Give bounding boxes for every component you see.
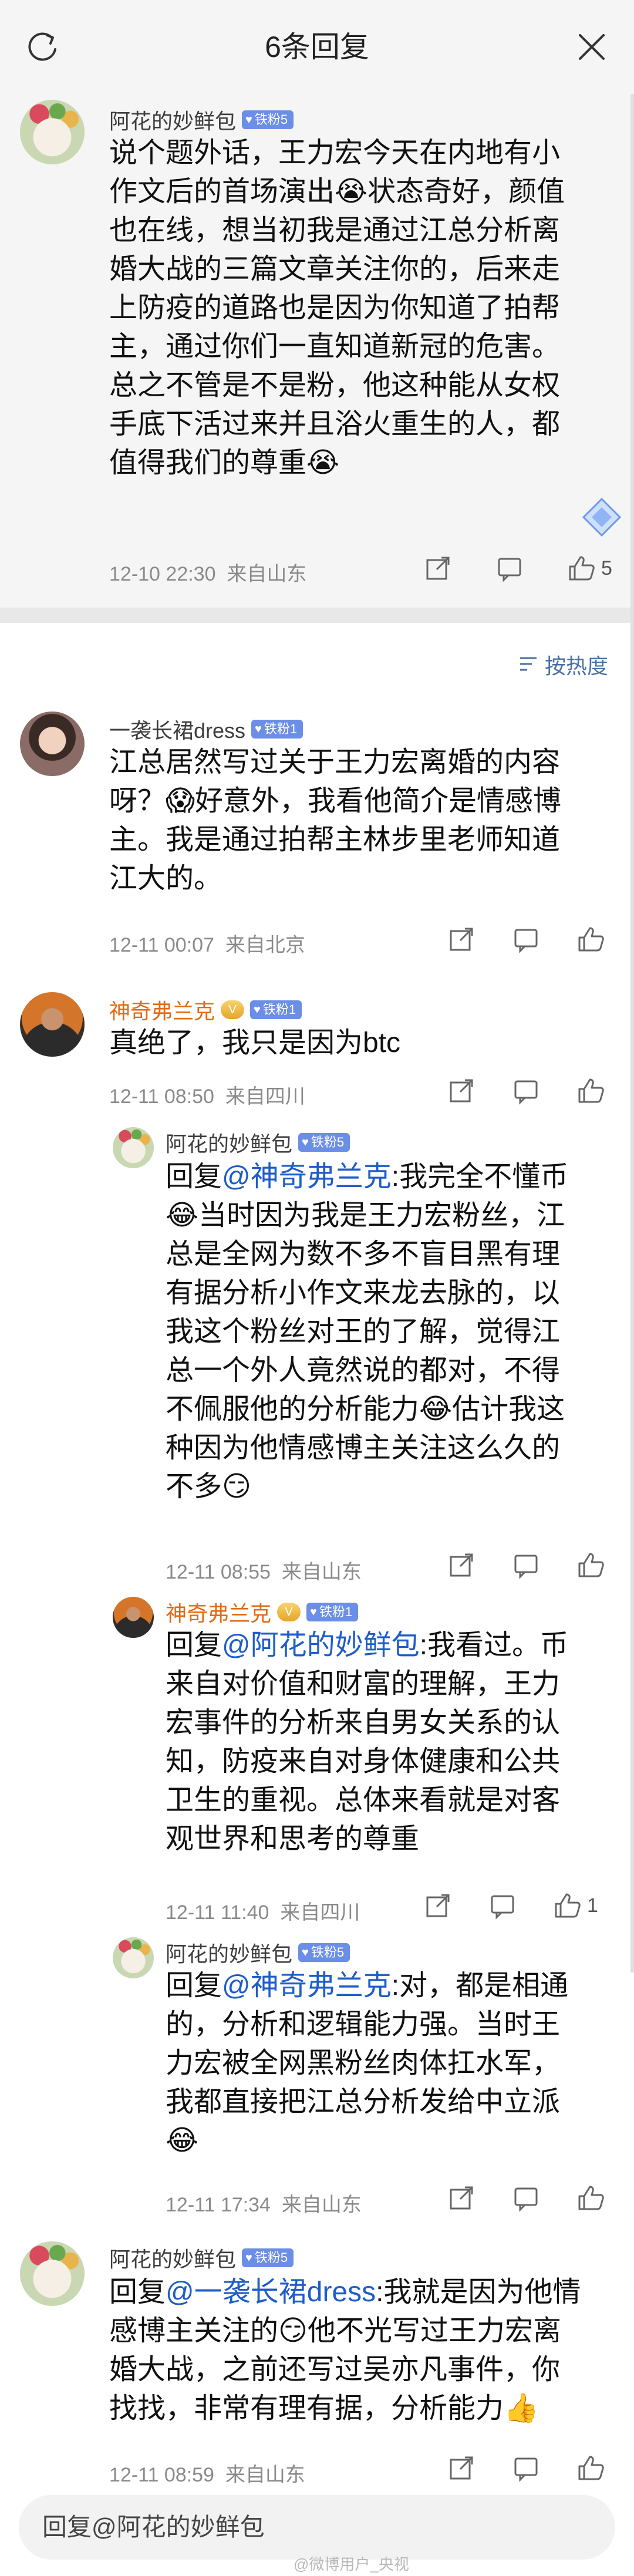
heart-icon: ♥ <box>254 1003 261 1016</box>
heart-icon: ♥ <box>302 1136 309 1149</box>
comment-icon[interactable] <box>487 1890 518 1921</box>
reply-text: 回复@神奇弗兰克:我完全不懂币 😂当时因为我是王力宏粉丝，江 总是全网为数不多不… <box>166 1161 569 1502</box>
like-icon[interactable] <box>575 924 606 955</box>
heart-icon: ♥ <box>302 1946 309 1959</box>
comment-actions <box>446 2453 606 2483</box>
comment-icon[interactable] <box>511 924 541 955</box>
avatar[interactable] <box>20 100 85 164</box>
comment-text: 说个题外话，王力宏今天在内地有小 作文后的首场演出😭状态奇好，颜值 也在线，想当… <box>109 137 565 478</box>
avatar[interactable] <box>113 1597 154 1638</box>
reply-text: 回复@阿花的妙鲜包:我看过。币 来自对价值和财富的理解，王力 宏事件的分析来自男… <box>166 1630 569 1855</box>
username[interactable]: 一袭长裙dress ♥ 铁粉1 <box>109 714 303 744</box>
username[interactable]: 神奇弗兰克 V ♥ 铁粉1 <box>166 1597 359 1627</box>
mention-link[interactable]: @神奇弗兰克 <box>222 1970 392 2001</box>
section-divider <box>0 608 634 623</box>
comment-meta: 12-11 00:07 来自北京 <box>109 934 305 956</box>
scrollbar[interactable] <box>630 94 634 1973</box>
like-count: 1 <box>587 1894 598 1917</box>
share-icon[interactable] <box>446 2453 477 2483</box>
reply-actions <box>446 2183 606 2213</box>
mention-link[interactable]: @阿花的妙鲜包 <box>222 1630 420 1661</box>
like-icon[interactable] <box>575 1550 606 1580</box>
mention-link[interactable]: @神奇弗兰克 <box>222 1161 392 1192</box>
avatar[interactable] <box>20 2241 85 2306</box>
like-icon[interactable] <box>575 2183 606 2213</box>
avatar[interactable] <box>113 1127 154 1168</box>
reply-actions <box>446 1550 606 1580</box>
share-icon[interactable] <box>423 1890 453 1921</box>
fan-badge: ♥ 铁粉1 <box>306 1603 359 1621</box>
sort-icon <box>520 657 537 671</box>
fan-badge: ♥ 铁粉5 <box>298 1943 350 1962</box>
username[interactable]: 阿花的妙鲜包 ♥ 铁粉5 <box>109 104 294 135</box>
comment-icon[interactable] <box>494 553 525 584</box>
heart-icon: ♥ <box>245 113 252 126</box>
username[interactable]: 阿花的妙鲜包 ♥ 铁粉5 <box>109 2243 294 2273</box>
vip-icon: V <box>221 1000 245 1019</box>
username[interactable]: 阿花的妙鲜包 ♥ 铁粉5 <box>166 1127 350 1158</box>
mention-link[interactable]: @一袭长裙dress <box>166 2277 376 2308</box>
fan-badge: ♥ 铁粉1 <box>250 1000 302 1019</box>
share-icon[interactable] <box>446 2183 477 2213</box>
reply-input[interactable]: 回复@阿花的妙鲜包 <box>19 2495 615 2560</box>
close-icon[interactable] <box>575 31 608 63</box>
reply-meta: 12-11 17:34 来自山东 <box>166 2194 362 2216</box>
like-icon[interactable] <box>552 1890 582 1921</box>
heart-icon: ♥ <box>255 723 262 736</box>
avatar[interactable] <box>113 1937 154 1978</box>
share-icon[interactable] <box>446 1550 477 1580</box>
reply-meta: 12-11 11:40 来自四川 <box>166 1901 360 1924</box>
comment-text: 真绝了，我只是因为btc <box>109 1027 401 1058</box>
comment-meta: 12-11 08:59 来自山东 <box>109 2464 305 2486</box>
like-icon[interactable] <box>575 1075 606 1106</box>
share-icon[interactable] <box>423 553 453 584</box>
share-icon[interactable] <box>446 924 477 955</box>
comment-meta: 12-10 22:30 来自山东 <box>109 563 307 585</box>
like-icon[interactable] <box>566 553 596 584</box>
fan-badge: ♥ 铁粉1 <box>251 720 303 739</box>
fan-badge: ♥ 铁粉5 <box>242 2248 294 2267</box>
heart-icon: ♥ <box>245 2251 252 2264</box>
fan-badge: ♥ 铁粉5 <box>242 110 294 129</box>
like-icon[interactable] <box>575 2453 606 2483</box>
fan-badge: ♥ 铁粉5 <box>298 1133 350 1152</box>
watermark: @微博用户_央视 <box>294 2555 409 2573</box>
comment-icon[interactable] <box>511 1550 541 1580</box>
comment-icon[interactable] <box>511 1075 541 1106</box>
share-icon[interactable] <box>446 1075 477 1106</box>
username[interactable]: 阿花的妙鲜包 ♥ 铁粉5 <box>166 1937 350 1968</box>
reply-actions: 1 <box>423 1890 598 1921</box>
comment-actions <box>446 924 606 955</box>
reply-placeholder: 回复@阿花的妙鲜包 <box>42 2513 265 2541</box>
avatar[interactable] <box>20 992 85 1057</box>
username[interactable]: 神奇弗兰克 V ♥ 铁粉1 <box>109 994 302 1025</box>
page-title: 6条回复 <box>265 31 369 63</box>
reply-meta: 12-11 08:55 来自山东 <box>166 1561 362 1583</box>
diamond-icon <box>582 497 622 537</box>
reply-text: 回复@一袭长裙dress:我就是因为他情 感博主关注的😏他不光写过王力宏离 婚大… <box>109 2277 581 2424</box>
like-count: 5 <box>601 557 612 579</box>
comment-text: 江总居然写过关于王力宏离婚的内容 呀？😱好意外，我看他简介是情感博 主。我是通过… <box>109 747 562 894</box>
comment-icon[interactable] <box>511 2453 541 2483</box>
comment-icon[interactable] <box>511 2183 541 2213</box>
avatar[interactable] <box>20 712 85 776</box>
reply-text: 回复@神奇弗兰克:对，都是相通 的，分析和逻辑能力强。当时王 力宏被全网黑粉丝肉… <box>166 1970 569 2156</box>
comment-actions <box>446 1075 606 1106</box>
top-bar: 6条回复 <box>0 0 634 94</box>
comment-meta: 12-11 08:50 来自四川 <box>109 1085 305 1108</box>
sort-button[interactable]: 按热度 <box>519 649 608 680</box>
vip-icon: V <box>277 1603 301 1621</box>
heart-icon: ♥ <box>310 1606 317 1619</box>
comment-actions: 5 <box>423 553 612 584</box>
